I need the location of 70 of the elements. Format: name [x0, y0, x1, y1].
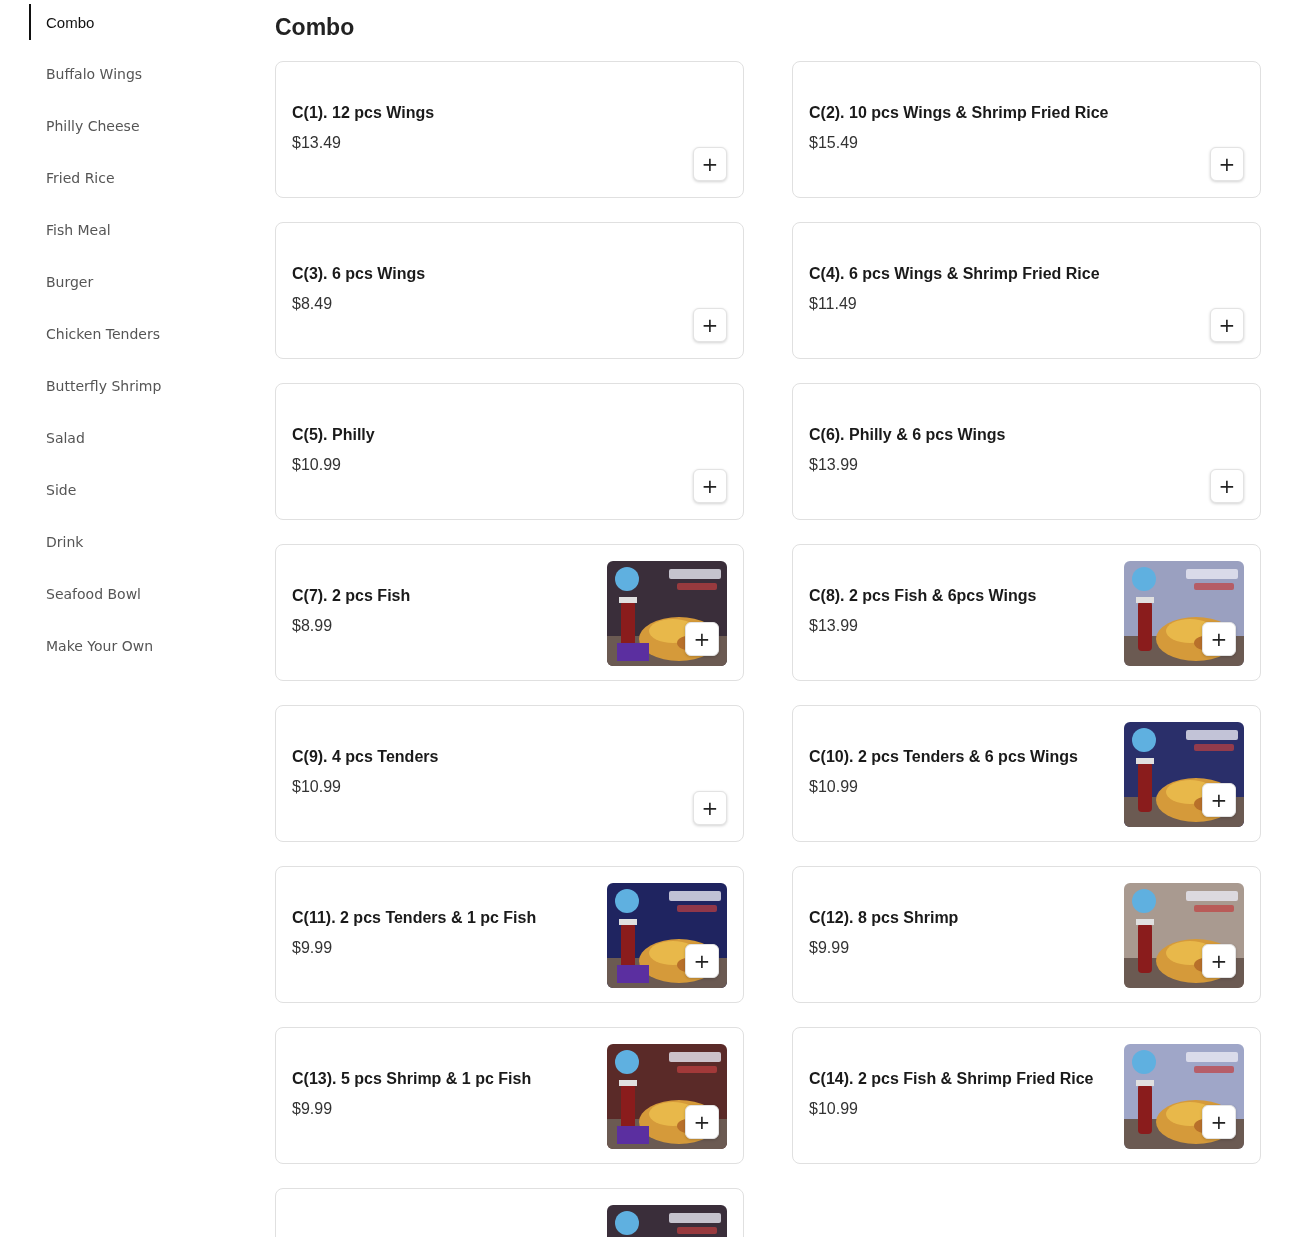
item-price: $10.99: [809, 777, 858, 796]
menu-item-card[interactable]: C(10). 2 pcs Tenders & 6 pcs Wings $10.99 +: [792, 705, 1261, 842]
item-price: $9.99: [292, 938, 333, 957]
add-button[interactable]: +: [1210, 469, 1244, 503]
category-link[interactable]: Salad: [29, 420, 91, 456]
item-name: C(3). 6 pcs Wings: [292, 264, 426, 283]
add-button[interactable]: +: [1202, 783, 1236, 817]
item-price: $10.99: [809, 1099, 858, 1118]
item-name: C(7). 2 pcs Fish: [292, 586, 411, 605]
add-button[interactable]: +: [685, 944, 719, 978]
item-name: C(9). 4 pcs Tenders: [292, 747, 439, 766]
item-name: C(6). Philly & 6 pcs Wings: [809, 425, 1006, 444]
add-button[interactable]: +: [685, 622, 719, 656]
item-price: $11.49: [809, 294, 857, 313]
category-link[interactable]: Butterfly Shrimp: [29, 368, 168, 404]
category-link[interactable]: Buffalo Wings: [29, 56, 149, 92]
menu-item-card[interactable]: C(12). 8 pcs Shrimp $9.99 +: [792, 866, 1261, 1003]
menu-item-card[interactable]: C(3). 6 pcs Wings $8.49 +: [275, 222, 744, 359]
item-price: $13.99: [809, 455, 858, 474]
menu-item-card[interactable]: C(5). Philly $10.99 +: [275, 383, 744, 520]
menu-item-card[interactable]: C(8). 2 pcs Fish & 6pcs Wings $13.99 +: [792, 544, 1261, 681]
category-link[interactable]: Combo: [29, 4, 101, 40]
item-price: $13.49: [292, 133, 341, 152]
add-button[interactable]: +: [1210, 308, 1244, 342]
menu-item-card[interactable]: C(6). Philly & 6 pcs Wings $13.99 +: [792, 383, 1261, 520]
category-link[interactable]: Drink: [29, 524, 90, 560]
menu-item-card[interactable]: C(9). 4 pcs Tenders $10.99 +: [275, 705, 744, 842]
menu-item-card[interactable]: C(7). 2 pcs Fish $8.99 +: [275, 544, 744, 681]
menu-item-card[interactable]: C(2). 10 pcs Wings & Shrimp Fried Rice $15.49 +: [792, 61, 1261, 198]
add-button[interactable]: +: [1202, 1105, 1236, 1139]
menu-item-card[interactable]: C(1). 12 pcs Wings $13.49 +: [275, 61, 744, 198]
menu-item-card[interactable]: C(11). 2 pcs Tenders & 1 pc Fish $9.99 +: [275, 866, 744, 1003]
item-price: $13.99: [809, 616, 858, 635]
item-price: $8.49: [292, 294, 333, 313]
add-button[interactable]: +: [1202, 944, 1236, 978]
add-button[interactable]: +: [693, 308, 727, 342]
category-link[interactable]: Chicken Tenders: [29, 316, 166, 352]
category-link[interactable]: Burger: [29, 264, 100, 300]
category-link[interactable]: Seafood Bowl: [29, 576, 147, 612]
add-button[interactable]: +: [1202, 622, 1236, 656]
item-name: C(2). 10 pcs Wings & Shrimp Fried Rice: [809, 103, 1109, 122]
item-price: $10.99: [292, 777, 341, 796]
item-name: C(11). 2 pcs Tenders & 1 pc Fish: [292, 908, 537, 927]
item-name: C(13). 5 pcs Shrimp & 1 pc Fish: [292, 1069, 532, 1088]
item-price: $15.49: [809, 133, 858, 152]
category-link[interactable]: Fried Rice: [29, 160, 121, 196]
add-button[interactable]: +: [685, 1105, 719, 1139]
menu-item-card[interactable]: C(13). 5 pcs Shrimp & 1 pc Fish $9.99 +: [275, 1027, 744, 1164]
item-name: C(1). 12 pcs Wings: [292, 103, 435, 122]
section-title: Combo: [275, 14, 355, 41]
add-button[interactable]: +: [693, 791, 727, 825]
category-link[interactable]: Fish Meal: [29, 212, 117, 248]
item-name: C(14). 2 pcs Fish & Shrimp Fried Rice: [809, 1069, 1094, 1088]
add-button[interactable]: +: [1210, 147, 1244, 181]
item-name: C(8). 2 pcs Fish & 6pcs Wings: [809, 586, 1037, 605]
category-link[interactable]: Philly Cheese: [29, 108, 146, 144]
item-name: C(4). 6 pcs Wings & Shrimp Fried Rice: [809, 264, 1100, 283]
menu-item-card[interactable]: C(14). 2 pcs Fish & Shrimp Fried Rice $10.99 +: [792, 1027, 1261, 1164]
add-button[interactable]: +: [693, 147, 727, 181]
item-price: $9.99: [809, 938, 850, 957]
menu-item-card[interactable]: C(4). 6 pcs Wings & Shrimp Fried Rice $11.49 +: [792, 222, 1261, 359]
item-name: C(10). 2 pcs Tenders & 6 pcs Wings: [809, 747, 1078, 766]
item-name: C(5). Philly: [292, 425, 375, 444]
category-link[interactable]: Side: [29, 472, 83, 508]
item-name: C(12). 8 pcs Shrimp: [809, 908, 959, 927]
item-price: $8.99: [292, 616, 333, 635]
add-button[interactable]: +: [693, 469, 727, 503]
item-price: $9.99: [292, 1099, 333, 1118]
category-link[interactable]: Make Your Own: [29, 628, 159, 664]
item-price: $10.99: [292, 455, 341, 474]
